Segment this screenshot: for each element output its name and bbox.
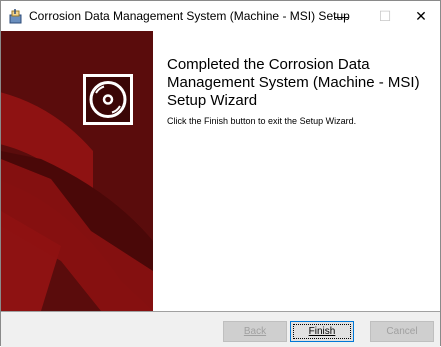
close-button[interactable]: ✕: [399, 1, 441, 31]
window-title: Corrosion Data Management System (Machin…: [29, 9, 350, 23]
cancel-label: Cancel: [386, 326, 418, 337]
button-bar: Back Finish Cancel: [1, 311, 440, 347]
back-button[interactable]: Back: [223, 321, 287, 342]
finish-label: Finish: [308, 326, 336, 337]
title-bar[interactable]: Corrosion Data Management System (Machin…: [1, 1, 440, 31]
cd-disc-icon: [83, 74, 133, 125]
page-title: Completed the Corrosion Data Management …: [167, 56, 420, 109]
setup-window: Corrosion Data Management System (Machin…: [0, 0, 441, 347]
minimize-button[interactable]: —: [319, 1, 363, 31]
finish-button[interactable]: Finish: [290, 321, 354, 342]
back-label: Back: [243, 326, 267, 337]
finish-instructions: Click the Finish button to exit the Setu…: [167, 116, 357, 126]
banner-anchor-graphic: [1, 31, 153, 311]
cancel-button[interactable]: Cancel: [370, 321, 434, 342]
wizard-banner: [1, 31, 153, 311]
installer-app-icon: [8, 9, 24, 25]
